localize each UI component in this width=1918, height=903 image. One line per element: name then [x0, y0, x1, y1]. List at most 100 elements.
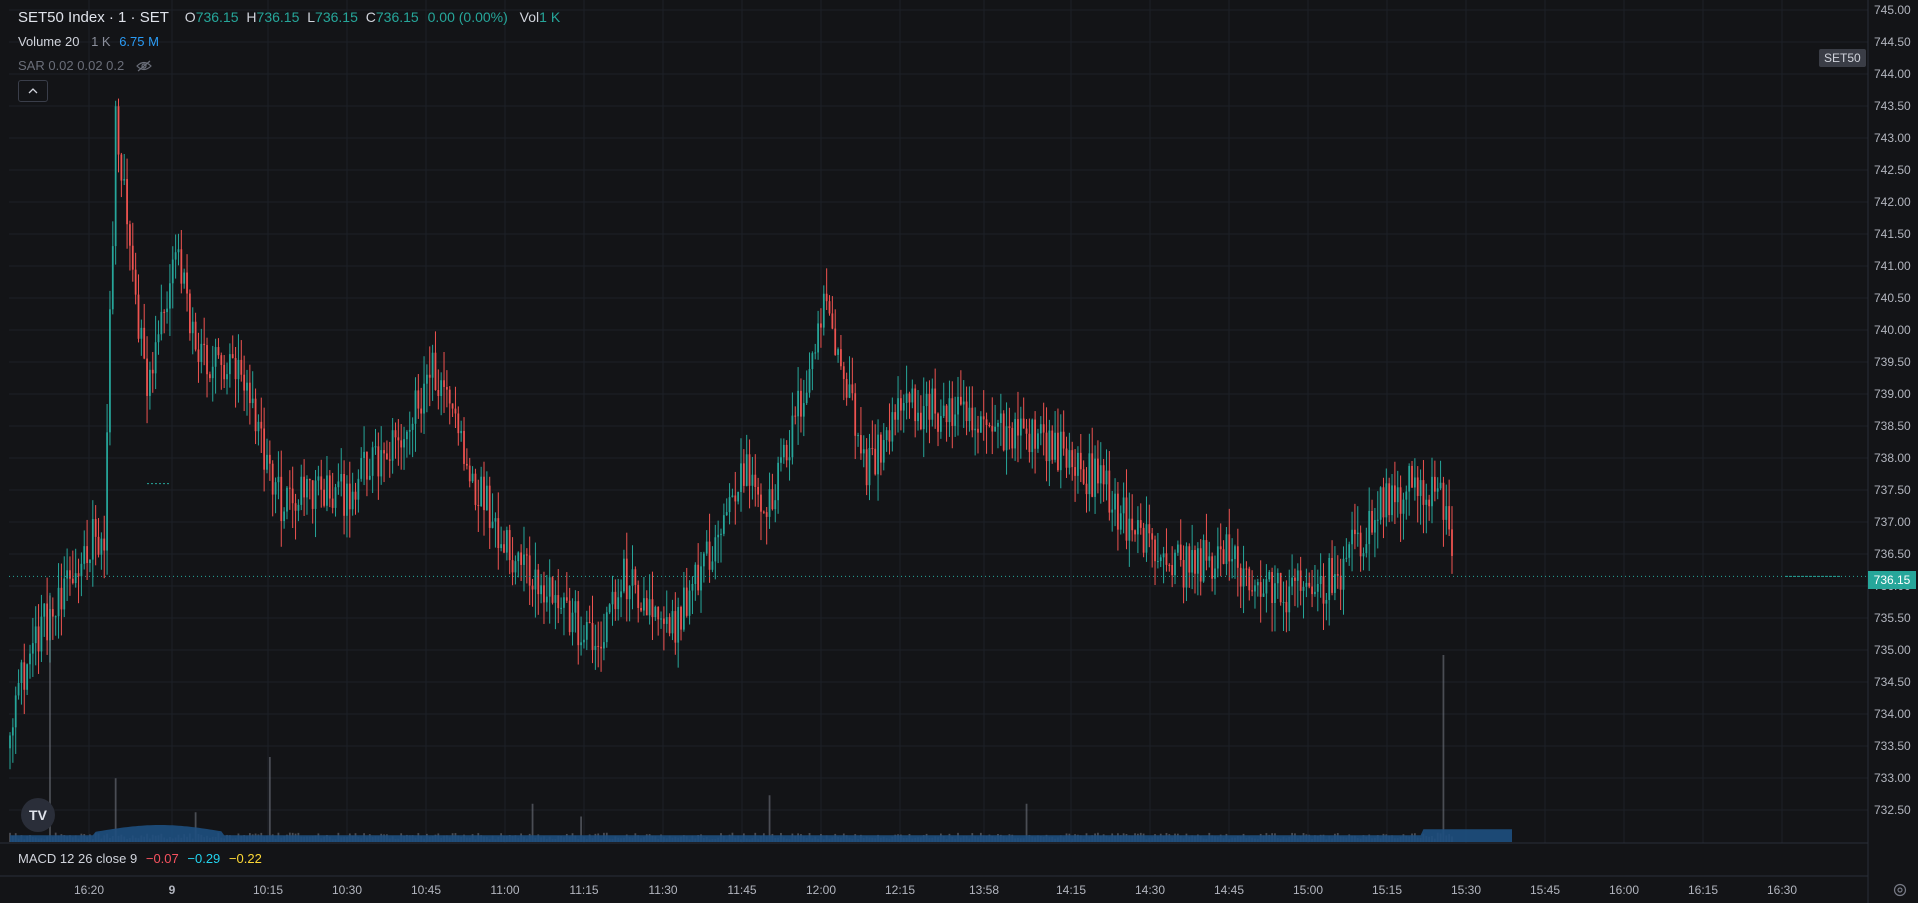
candle-body [180, 249, 183, 284]
candle-body [623, 558, 625, 592]
symbol-title[interactable]: SET50 Index · 1 · SET [18, 9, 169, 26]
time-tick-label: 10:45 [411, 883, 441, 897]
candle-body [331, 498, 334, 508]
candle-body [1174, 552, 1176, 576]
last-price-label: 736.15 [1868, 571, 1916, 589]
candle-body [254, 398, 257, 432]
candle-body [131, 245, 134, 270]
candle-body [1314, 591, 1316, 595]
candle-body [543, 585, 545, 603]
candle-body [625, 558, 628, 600]
candle-body [860, 435, 862, 454]
candle-body [191, 321, 194, 334]
candle-body [1379, 487, 1382, 520]
candle-body [597, 645, 600, 647]
collapse-legend-button[interactable] [18, 80, 48, 102]
price-tick-label: 735.50 [1874, 611, 1911, 625]
candle-body [1428, 499, 1431, 507]
candle-body [1222, 549, 1225, 564]
candle-body [406, 431, 408, 440]
symbol-legend: SET50 Index · 1 · SET O736.15 H736.15 L7… [18, 9, 560, 26]
candle-body [1216, 546, 1219, 569]
candle-body [885, 430, 888, 441]
candle-body [89, 559, 91, 564]
candle-body [26, 664, 29, 690]
change-value: 0.00 (0.00%) [427, 9, 508, 25]
eye-off-icon[interactable] [136, 60, 152, 75]
candle-body [1254, 585, 1256, 592]
price-tick-label: 733.50 [1874, 739, 1911, 753]
candle-body [848, 384, 851, 398]
candle-body [283, 511, 286, 522]
candle-body [1316, 584, 1319, 592]
candle-body [614, 591, 617, 610]
candle-body [1117, 493, 1119, 530]
price-chart[interactable]: 745.00 744.50 744.00 743.50 743.00 742.50 742.… [0, 0, 1918, 903]
candle-body [129, 224, 131, 246]
candle-body [60, 587, 63, 610]
candle-body [985, 419, 988, 425]
tradingview-logo-icon[interactable]: TV [21, 798, 55, 832]
candle-body [1279, 572, 1282, 603]
candle-body [286, 487, 288, 512]
candle-body [20, 662, 23, 683]
candle-body [1148, 524, 1151, 534]
sar-indicator-legend[interactable]: SAR 0.02 0.02 0.2 [18, 58, 152, 75]
candle-body [371, 447, 374, 476]
candle-body [1139, 520, 1142, 528]
chart-background [0, 0, 1918, 903]
settings-icon[interactable] [1893, 883, 1907, 897]
candle-body [303, 476, 305, 498]
candle-body [882, 440, 885, 463]
chevron-up-icon [28, 88, 38, 94]
candle-body [354, 491, 357, 500]
candle-body [777, 462, 780, 501]
candle-body [1191, 550, 1194, 573]
candle-body [226, 374, 228, 380]
candle-body [288, 487, 291, 489]
macd-histogram-value: −0.07 [145, 851, 179, 866]
candle-body [1028, 433, 1031, 453]
candle-body [651, 599, 654, 618]
candle-body [1068, 450, 1071, 468]
candle-body [931, 388, 934, 420]
candle-body [163, 311, 166, 313]
candle-body [1065, 448, 1068, 468]
candle-body [814, 352, 817, 354]
candle-body [1119, 513, 1122, 530]
candle-body [728, 497, 731, 513]
candle-body [206, 345, 208, 375]
candle-body [1188, 546, 1191, 573]
candle-body [1299, 570, 1302, 591]
candle-body [1111, 509, 1114, 513]
candle-body [768, 489, 771, 517]
open-value: 736.15 [195, 9, 239, 25]
candle-body [654, 606, 657, 618]
candle-body [277, 476, 280, 483]
volume-indicator-legend[interactable]: Volume 20 1 K 6.75 M [18, 34, 159, 49]
volume-ma-value: 6.75 M [119, 34, 159, 49]
candle-body [1259, 582, 1262, 597]
candle-body [959, 396, 962, 405]
candle-body [1088, 453, 1091, 495]
price-tick-label: 734.50 [1874, 675, 1911, 689]
candle-body [1025, 428, 1028, 434]
price-tick-label: 735.00 [1874, 643, 1911, 657]
candle-body [14, 695, 17, 728]
candle-body [1094, 458, 1096, 497]
candle-body [971, 407, 974, 431]
time-tick-label: 11:15 [569, 883, 598, 897]
candle-body [1194, 550, 1196, 574]
candle-body [445, 387, 448, 390]
candle-body [571, 612, 574, 633]
time-tick-label: 13:58 [969, 883, 999, 897]
candle-body [1128, 518, 1131, 541]
candle-body [508, 530, 511, 561]
candle-body [1368, 510, 1371, 545]
candle-body [1034, 419, 1036, 449]
candle-body [1242, 568, 1245, 587]
candle-body [991, 425, 994, 432]
candle-body [871, 447, 874, 449]
macd-legend[interactable]: MACD 12 26 close 9 −0.07 −0.29 −0.22 [18, 851, 262, 866]
candle-body [594, 645, 597, 650]
